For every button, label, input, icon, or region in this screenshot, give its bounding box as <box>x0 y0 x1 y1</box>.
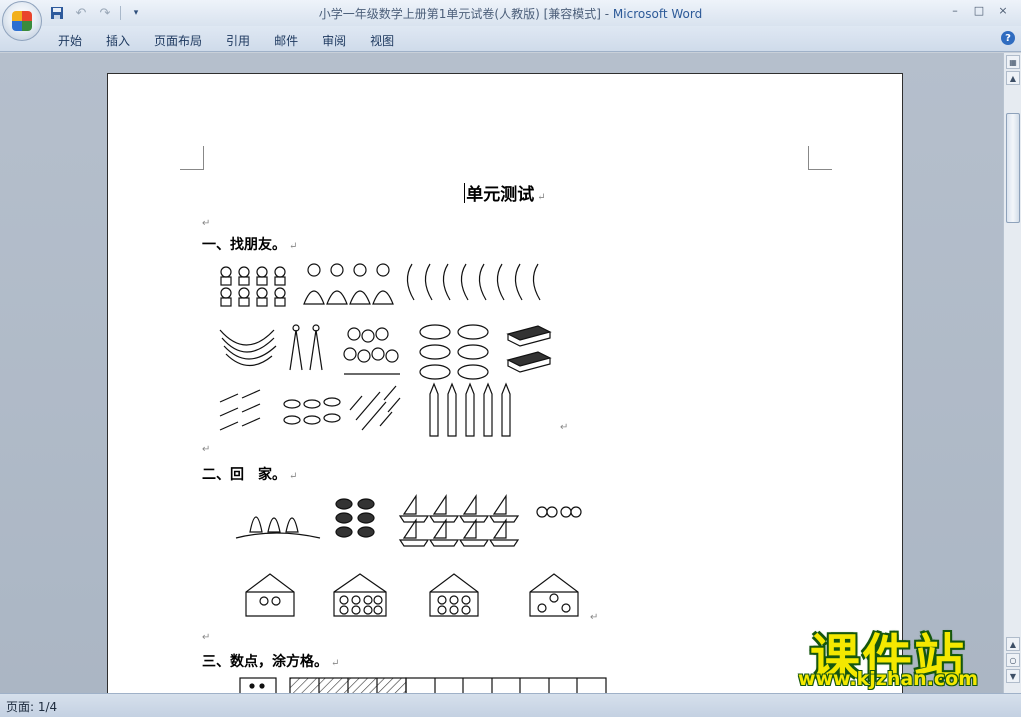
children-group-icon <box>343 327 400 375</box>
minimize-button[interactable]: – <box>947 2 963 18</box>
office-button[interactable] <box>2 1 42 41</box>
paragraph-mark: ↵ <box>202 444 211 455</box>
banana-icon <box>219 329 277 367</box>
document-area[interactable]: 单元测试 ↵ ↵ 一、找朋友。 ↵ ↵ ↵ 二、回 家。 ↵ ↵ ↵ 三、数点，… <box>0 53 1003 713</box>
paragraph-mark: ↵ <box>537 192 546 203</box>
shrimp-icon <box>406 263 541 301</box>
ribbon-tab-bar: 开始 插入 页面布局 引用 邮件 审阅 视图 ? <box>0 26 1021 52</box>
butterfly-icon <box>536 506 582 518</box>
document-name: 小学一年级数学上册第1单元试卷(人教版) [兼容模式] - <box>318 7 613 21</box>
scroll-up-button[interactable]: ▲ <box>1006 71 1020 85</box>
house-icon <box>333 573 387 617</box>
house-icon <box>245 573 295 617</box>
margin-crop-mark <box>180 146 204 170</box>
paragraph-mark: ↵ <box>202 218 211 229</box>
window-title: 小学一年级数学上册第1单元试卷(人教版) [兼容模式] - Microsoft … <box>0 5 1021 22</box>
paragraph-mark: ↵ <box>289 471 298 482</box>
paragraph-mark: ↵ <box>590 612 599 623</box>
pencil-icon <box>429 382 511 437</box>
watermark-logo: 课件站 www.kjzhan.com <box>770 618 1006 696</box>
tab-insert[interactable]: 插入 <box>94 30 142 51</box>
paragraph-mark: ↵ <box>202 632 211 643</box>
paragraph-mark: ↵ <box>560 422 569 433</box>
app-name: Microsoft Word <box>612 7 703 21</box>
ribbon-tabs: 开始 插入 页面布局 引用 邮件 审阅 视图 <box>46 30 406 51</box>
document-title[interactable]: 单元测试 ↵ <box>108 180 902 205</box>
vertical-scrollbar[interactable]: ▦ ▲ ▲ ○ ▼ <box>1003 53 1021 693</box>
page-count-status[interactable]: 页面: 1/4 <box>6 698 57 715</box>
tab-home[interactable]: 开始 <box>46 30 94 51</box>
plate-icon <box>419 324 489 380</box>
house-icon <box>429 573 479 617</box>
close-button[interactable]: × <box>995 2 1011 18</box>
status-bar: 页面: 1/4 <box>0 693 1021 717</box>
fish-icon <box>349 385 401 431</box>
section-heading-text: 二、回 家。 <box>202 467 286 483</box>
next-page-button[interactable]: ▼ <box>1006 669 1020 683</box>
scroll-thumb[interactable] <box>1006 113 1020 223</box>
help-icon[interactable]: ? <box>1001 31 1015 45</box>
maximize-button[interactable]: □ <box>971 2 987 18</box>
paragraph-mark: ↵ <box>331 658 340 669</box>
duck-icon <box>283 397 341 425</box>
book-icon <box>506 325 552 373</box>
go-home-illustration <box>235 494 582 617</box>
house-icon <box>529 573 579 617</box>
title-bar: ↶ ↷ ▾ 小学一年级数学上册第1单元试卷(人教版) [兼容模式] - Micr… <box>0 0 1021 26</box>
margin-crop-mark <box>808 146 832 170</box>
sailboat-icon <box>398 494 520 547</box>
section-heading-text: 三、数点，涂方格。 <box>202 654 328 670</box>
tab-view[interactable]: 视图 <box>358 30 406 51</box>
bird-icon <box>219 389 261 431</box>
child-icon <box>303 263 394 305</box>
tab-page-layout[interactable]: 页面布局 <box>142 30 214 51</box>
watermark-url: www.kjzhan.com <box>797 668 979 690</box>
section-heading-2[interactable]: 二、回 家。 ↵ <box>202 464 297 484</box>
section-heading-text: 一、找朋友。 <box>202 237 286 253</box>
window-controls: – □ × <box>947 2 1011 18</box>
previous-page-button[interactable]: ▲ <box>1006 637 1020 651</box>
tab-references[interactable]: 引用 <box>214 30 262 51</box>
document-page[interactable]: 单元测试 ↵ ↵ 一、找朋友。 ↵ ↵ ↵ 二、回 家。 ↵ ↵ ↵ 三、数点，… <box>107 73 903 713</box>
tab-mailings[interactable]: 邮件 <box>262 30 310 51</box>
select-browse-object-button[interactable]: ○ <box>1006 653 1020 667</box>
section-heading-1[interactable]: 一、找朋友。 ↵ <box>202 234 297 254</box>
document-title-text: 单元测试 <box>466 185 535 205</box>
paragraph-mark: ↵ <box>289 241 298 252</box>
corn-icon <box>235 516 321 539</box>
bee-icon <box>335 498 375 538</box>
matching-pictures-illustration <box>219 263 552 437</box>
tab-review[interactable]: 审阅 <box>310 30 358 51</box>
ruler-toggle-icon[interactable]: ▦ <box>1006 55 1020 69</box>
compass-icon <box>289 324 323 371</box>
office-logo-icon <box>12 11 32 31</box>
section-heading-3[interactable]: 三、数点，涂方格。 ↵ <box>202 651 339 671</box>
cat-icon <box>220 266 286 307</box>
